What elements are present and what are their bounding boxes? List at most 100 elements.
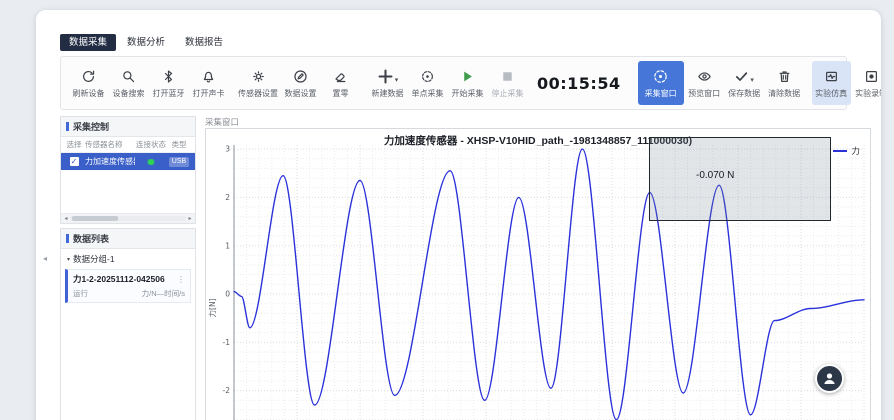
data-settings-button[interactable]: 数据设置 <box>281 61 320 105</box>
experiment-group: 实验仿真 实验录制 公式计算器 <box>812 61 881 105</box>
legend-line <box>833 150 847 152</box>
eye-icon <box>697 68 712 85</box>
user-fab-button[interactable] <box>815 364 844 393</box>
refresh-device-label: 刷新设备 <box>73 88 105 99</box>
col-sensor-name: 传感器名称 <box>85 139 135 150</box>
chart-column: 采集窗口 力加速度传感器 - XHSP-V10HID_path_-1981348… <box>205 116 871 420</box>
scrollbar-track[interactable] <box>70 216 186 221</box>
gear-icon <box>251 68 266 85</box>
open-soundcard-button[interactable]: 打开声卡 <box>189 61 228 105</box>
svg-text:-2: -2 <box>223 386 231 395</box>
zero-button[interactable]: 置零 <box>321 61 360 105</box>
horizontal-scrollbar[interactable]: ◂ ▸ <box>61 213 195 223</box>
scroll-left-icon[interactable]: ◂ <box>62 215 70 222</box>
crosshair-icon <box>652 68 669 85</box>
collect-window-button[interactable]: 采集窗口 <box>638 61 684 105</box>
experiment-record-label: 实验录制 <box>855 88 881 99</box>
pencil-icon <box>293 68 308 85</box>
sensor-settings-button[interactable]: 传感器设置 <box>236 61 280 105</box>
search-icon <box>121 68 136 85</box>
desktop-background: ◂ 数据采集 数据分析 数据报告 刷新设备 <box>0 0 894 420</box>
col-select: 选择 <box>63 139 85 150</box>
data-item-title: 力1-2-20251112-042506 <box>73 273 165 285</box>
data-list-panel: 数据列表 ▾ 数据分组-1 力1-2-20251112-042506 ⋮ <box>60 228 196 420</box>
clear-data-button[interactable]: 清除数据 <box>765 61 804 105</box>
refresh-device-button[interactable]: 刷新设备 <box>69 61 108 105</box>
single-point-label: 单点采集 <box>412 88 444 99</box>
single-point-button[interactable]: 单点采集 <box>408 61 447 105</box>
experiment-sim-button[interactable]: 实验仿真 <box>812 61 851 105</box>
start-collect-button[interactable]: 开始采集 <box>448 61 487 105</box>
data-group-label: 数据分组-1 <box>73 253 115 265</box>
chart-section-label: 采集窗口 <box>205 116 871 128</box>
stop-icon <box>500 68 515 85</box>
sensor-type-badge: USB <box>169 157 189 167</box>
stop-collect-label: 停止采集 <box>492 88 524 99</box>
svg-text:-1: -1 <box>223 338 231 347</box>
new-data-button[interactable]: ▾ 新建数据 <box>368 61 407 105</box>
legend-label: 力 <box>851 145 860 157</box>
stop-collect-button[interactable]: 停止采集 <box>488 61 527 105</box>
data-group-row[interactable]: ▾ 数据分组-1 <box>61 249 195 267</box>
collapse-panel-icon[interactable]: ◂ <box>43 254 47 263</box>
left-rail: ◂ <box>36 10 56 420</box>
window-group: 采集窗口 预览窗口 ▾ <box>638 61 804 105</box>
tab-data-collect[interactable]: 数据采集 <box>60 34 116 51</box>
sensor-checkbox[interactable]: ✓ <box>70 157 79 166</box>
bluetooth-icon <box>161 68 176 85</box>
left-column: 采集控制 选择 传感器名称 连接状态 类型 ✓ 力加速度传感器 <box>60 116 196 420</box>
collect-control-header: 采集控制 <box>61 117 195 137</box>
sensor-settings-label: 传感器设置 <box>238 88 278 99</box>
plus-icon <box>377 68 394 85</box>
acquire-group: ▾ 新建数据 单点采集 开始采集 <box>368 61 630 105</box>
data-item-axes: 力/N—时间/s <box>142 288 185 299</box>
tab-data-analyze[interactable]: 数据分析 <box>118 34 174 51</box>
svg-text:力[N]: 力[N] <box>207 298 217 317</box>
experiment-record-button[interactable]: 实验录制 <box>852 61 881 105</box>
save-data-button[interactable]: ▾ 保存数据 <box>725 61 764 105</box>
bell-icon <box>201 68 216 85</box>
scroll-right-icon[interactable]: ▸ <box>186 215 194 222</box>
sensor-name: 力加速度传感器 <box>85 156 135 167</box>
new-data-label: 新建数据 <box>372 88 404 99</box>
target-icon <box>420 68 435 85</box>
experiment-sim-label: 实验仿真 <box>815 88 847 99</box>
device-search-button[interactable]: 设备搜索 <box>109 61 148 105</box>
tree-expand-icon[interactable]: ▾ <box>67 256 70 263</box>
settings-group: 传感器设置 数据设置 置零 <box>236 61 360 105</box>
start-collect-label: 开始采集 <box>452 88 484 99</box>
preview-window-label: 预览窗口 <box>688 88 720 99</box>
item-menu-icon[interactable]: ⋮ <box>177 275 185 284</box>
collect-window-label: 采集窗口 <box>645 88 677 99</box>
person-icon <box>821 370 838 387</box>
check-icon: ✓ <box>71 157 78 166</box>
table-empty-area <box>61 170 195 213</box>
col-conn-status: 连接状态 <box>135 139 167 150</box>
collect-timer: 00:15:54 <box>537 74 621 93</box>
svg-text:1: 1 <box>225 241 230 250</box>
chart-panel: 力加速度传感器 - XHSP-V10HID_path_-1981348857_1… <box>205 128 871 420</box>
collect-control-panel: 采集控制 选择 传感器名称 连接状态 类型 ✓ 力加速度传感器 <box>60 116 196 224</box>
sensor-table-row[interactable]: ✓ 力加速度传感器 USB <box>61 153 195 170</box>
chevron-down-icon[interactable]: ▾ <box>750 77 754 85</box>
device-search-label: 设备搜索 <box>113 88 145 99</box>
sensor-table-header: 选择 传感器名称 连接状态 类型 <box>61 137 195 153</box>
tab-data-report[interactable]: 数据报告 <box>176 34 232 51</box>
data-list-item[interactable]: 力1-2-20251112-042506 ⋮ 运行 力/N—时间/s <box>65 269 191 303</box>
eraser-icon <box>333 68 348 85</box>
save-data-label: 保存数据 <box>728 88 760 99</box>
zoom-selection-region[interactable]: -0.070 N <box>649 137 831 221</box>
main-tabs: 数据采集 数据分析 数据报告 <box>60 34 871 51</box>
app-window: ◂ 数据采集 数据分析 数据报告 刷新设备 <box>36 10 881 420</box>
data-list-header: 数据列表 <box>61 229 195 249</box>
data-item-state: 运行 <box>73 288 88 299</box>
clear-data-label: 清除数据 <box>768 88 800 99</box>
waveform-window-icon <box>824 68 839 85</box>
play-icon <box>460 68 475 85</box>
open-bluetooth-button[interactable]: 打开蓝牙 <box>149 61 188 105</box>
toolbar: 刷新设备 设备搜索 打开蓝牙 <box>60 56 847 110</box>
chevron-down-icon[interactable]: ▾ <box>395 77 399 85</box>
preview-window-button[interactable]: 预览窗口 <box>685 61 724 105</box>
scrollbar-thumb[interactable] <box>72 216 118 221</box>
open-soundcard-label: 打开声卡 <box>193 88 225 99</box>
